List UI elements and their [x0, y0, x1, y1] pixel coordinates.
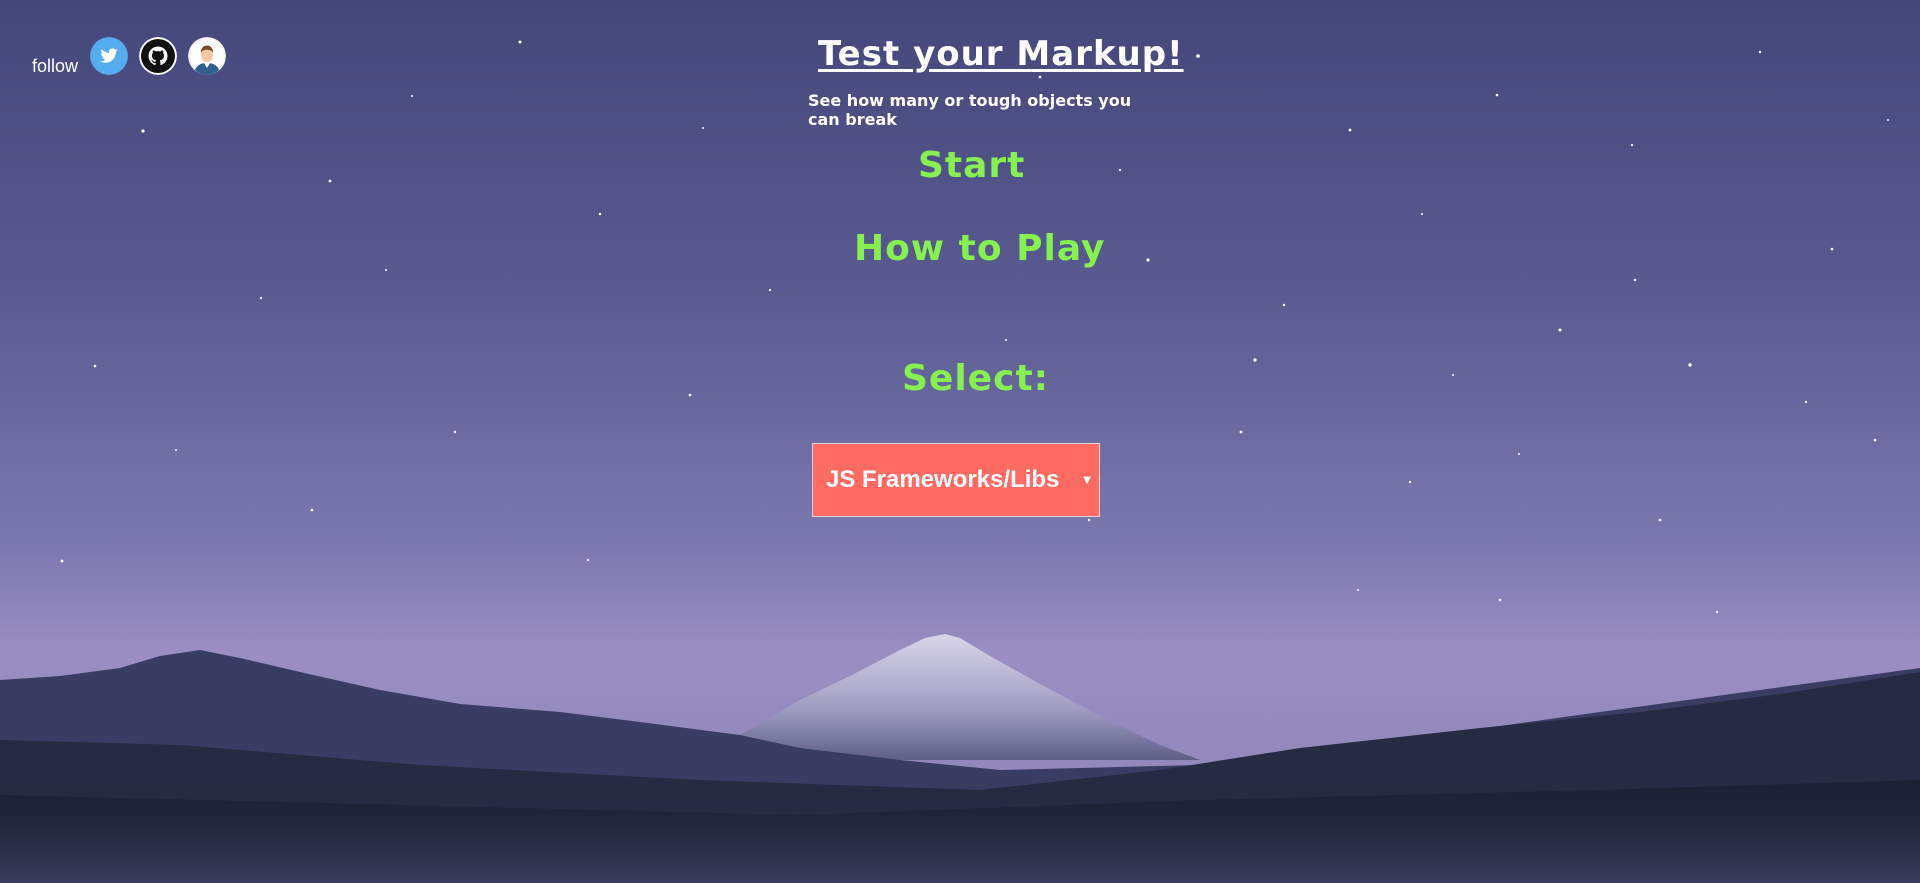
- page-subtitle: See how many or tough objects you can br…: [808, 91, 1132, 129]
- chevron-down-icon: ▼: [1083, 475, 1091, 486]
- category-select-value: JS Frameworks/Libs: [826, 466, 1060, 493]
- main-menu: Test your Markup! See how many or tough …: [0, 0, 1920, 883]
- game-screen: follow Test your Markup! See how many or…: [0, 0, 1920, 883]
- start-button[interactable]: Start: [918, 145, 1025, 186]
- page-title: Test your Markup!: [818, 34, 1184, 74]
- how-to-play-button[interactable]: How to Play: [854, 228, 1106, 269]
- category-select[interactable]: JS Frameworks/Libs ▼: [812, 443, 1100, 517]
- select-label: Select:: [902, 358, 1050, 399]
